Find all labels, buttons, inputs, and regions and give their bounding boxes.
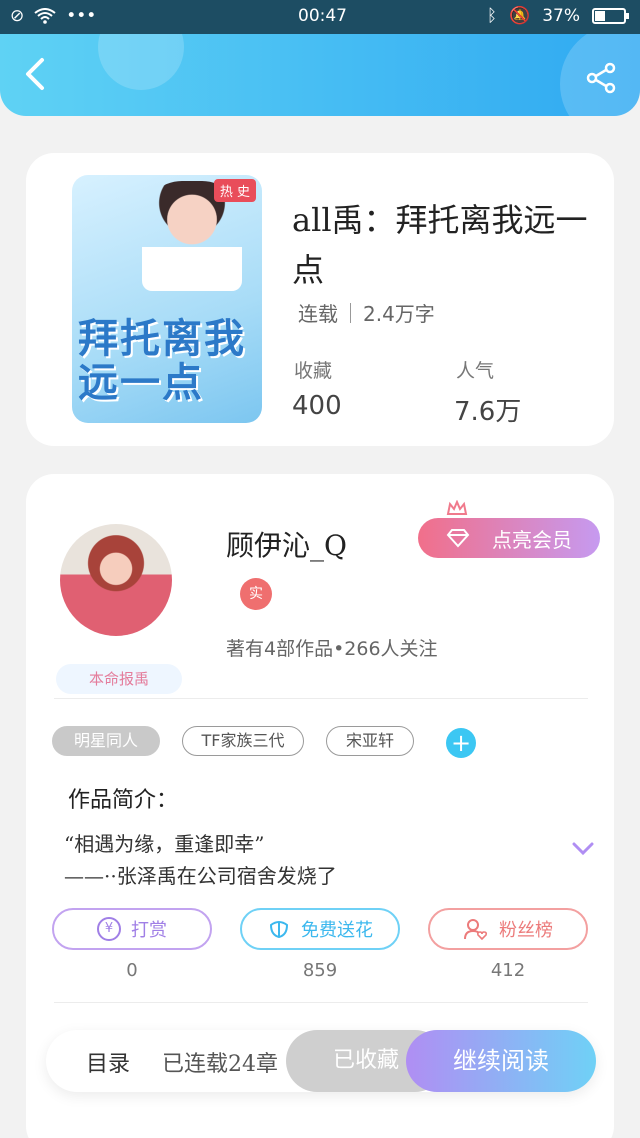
status-time: 00:47 [298,6,347,26]
book-tag[interactable]: 宋亚轩 [326,726,414,756]
tip-button[interactable]: ¥ 打赏 [52,908,212,950]
bottom-action-bar: 目录 已连载24章 已收藏 继续阅读 [46,1030,596,1092]
catalog-button[interactable]: 目录 [86,1046,130,1078]
divider [54,1002,588,1003]
book-tag[interactable]: TF家族三代 [182,726,304,756]
popularity-label: 人气 [456,360,495,382]
more-dots-icon: ••• [66,6,97,26]
intro-title: 作品简介： [68,788,179,813]
flower-count: 859 [302,960,338,981]
fan-rank-label: 粉丝榜 [499,920,553,941]
fan-rank-count: 412 [490,960,526,981]
share-icon[interactable] [586,62,618,94]
popularity-value: 7.6万 [454,397,522,427]
diamond-icon [446,529,470,548]
top-header [0,34,640,116]
serial-row: 连载 2.4万字 [298,298,435,327]
author-avatar[interactable] [60,524,172,636]
flower-icon [269,921,289,939]
battery-percent: 37% [542,6,580,26]
book-info-card: 热 史 拜托离我远一点 all禹：拜托离我远一点 连载 2.4万字 收藏 400… [26,153,614,446]
collect-label: 收藏 [294,360,333,382]
cover-hot-tag: 热 史 [213,179,256,202]
back-icon[interactable] [20,54,50,94]
wifi-icon [34,8,56,24]
book-tag[interactable]: 明星同人 [52,726,160,756]
mute-bell-icon: 🔕 [509,6,531,26]
yen-icon: ¥ [97,917,121,941]
intro-line: “相遇为缘，重逢即幸” [64,832,265,856]
verified-badge: 实 [240,578,272,610]
user-heart-icon [464,919,488,941]
collect-value: 400 [292,391,342,421]
status-left: ⊘ ••• [10,6,96,26]
chevron-down-icon[interactable] [572,842,594,856]
fan-rank-button[interactable]: 粉丝榜 [428,908,588,950]
crown-icon [446,500,468,515]
send-flower-button[interactable]: 免费送花 [240,908,400,950]
book-title: all禹：拜托离我远一点 [292,201,588,289]
decor-bubble [98,34,184,90]
intro-line: ——··张泽禹在公司宿舍发烧了 [64,864,337,888]
book-cover[interactable]: 热 史 拜托离我远一点 [72,175,262,423]
add-tag-button[interactable]: + [446,728,476,758]
chapter-count[interactable]: 已连载24章 [162,1046,278,1078]
bluetooth-icon: ᛒ [486,6,498,26]
word-count: 2.4万字 [363,302,435,326]
cover-title: 拜托离我远一点 [78,316,246,406]
vip-button[interactable]: 点亮会员 [418,518,600,558]
no-sim-icon: ⊘ [10,6,25,26]
continue-reading-button[interactable]: 继续阅读 [406,1030,596,1092]
battery-icon [592,8,629,24]
status-bar: ⊘ ••• 00:47 ᛒ 🔕 37% [0,0,640,34]
author-works-info: 著有4部作品•266人关注 [226,638,438,660]
vip-button-label: 点亮会员 [492,527,572,552]
tip-label: 打赏 [131,920,167,941]
send-flower-label: 免费送花 [301,920,373,941]
author-name[interactable]: 顾伊沁_Q [226,524,347,564]
divider [54,698,588,699]
rank-tag[interactable]: 本命报禹 [56,664,182,694]
serial-status: 连载 [298,302,338,326]
status-right: ᛒ 🔕 37% [486,6,629,26]
tip-count: 0 [126,960,138,981]
divider [350,302,351,323]
